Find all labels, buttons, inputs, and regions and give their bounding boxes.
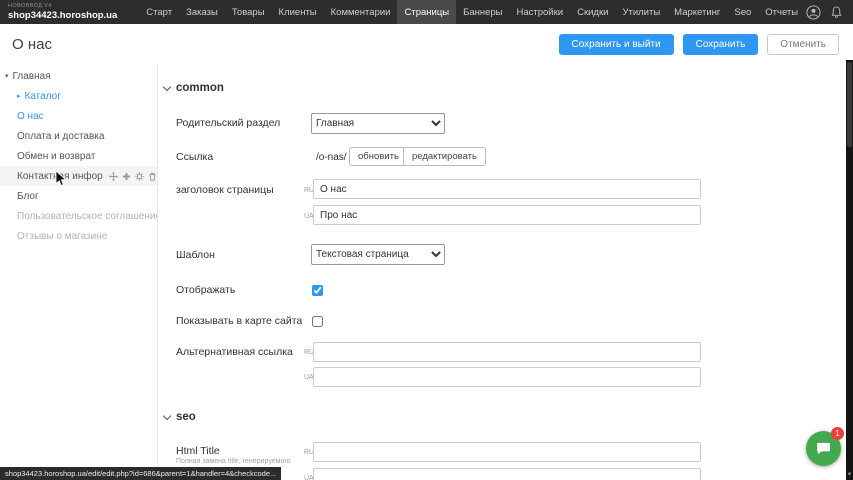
tree-item-user-agreement[interactable]: Пользовательское соглашение (0, 206, 157, 226)
menu-clients[interactable]: Клиенты (272, 0, 324, 24)
save-and-exit-button[interactable]: Сохранить и выйти (559, 34, 674, 55)
tree-item-label: Отзывы о магазине (17, 231, 107, 242)
header-actions: Сохранить и выйти Сохранить Отменить (559, 34, 840, 55)
admin-page: НОВОВВОД V4 shop34423.horoshop.ua Старт … (0, 0, 853, 480)
section-common[interactable]: common (164, 82, 224, 94)
chat-unread-badge: 1 (831, 427, 844, 440)
save-button[interactable]: Сохранить (683, 34, 759, 55)
chat-widget-button[interactable]: 1 (806, 431, 841, 466)
link-refresh-button[interactable]: обновить (349, 147, 408, 166)
tree-item-blog[interactable]: Блог (0, 186, 157, 206)
tree-item-about[interactable]: О нас (0, 106, 157, 126)
cancel-button[interactable]: Отменить (767, 34, 839, 55)
menu-discounts[interactable]: Скидки (570, 0, 615, 24)
user-account-icon[interactable] (806, 5, 821, 20)
html-title-label: Html Title (176, 445, 220, 457)
menu-settings[interactable]: Настройки (510, 0, 571, 24)
browser-status-url: shop34423.horoshop.ua/edit/edit.php?id=6… (0, 467, 281, 480)
parent-section-select[interactable]: Главная (311, 113, 445, 134)
tree-item-actions (109, 172, 157, 181)
link-edit-button[interactable]: редактировать (403, 147, 486, 166)
tree-item-label: О нас (17, 111, 44, 122)
link-value: /o-nas/ (316, 152, 347, 163)
template-select[interactable]: Текстовая страница (311, 244, 445, 265)
section-common-title: common (176, 82, 224, 94)
page-scrollbar[interactable]: ▼ (846, 60, 853, 480)
tree-item-payment-delivery[interactable]: Оплата и доставка (0, 126, 157, 146)
pages-tree-sidebar: ▾ Главная ▸ Каталог О нас Оплата и доста… (0, 64, 157, 480)
scrollbar-down-arrow-icon[interactable]: ▼ (846, 471, 853, 479)
chat-bubble-icon (815, 440, 832, 457)
menu-utilities[interactable]: Утилиты (615, 0, 667, 24)
html-title-ru-input[interactable] (313, 442, 701, 462)
notifications-bell-icon[interactable] (830, 6, 843, 19)
top-menu: Старт Заказы Товары Клиенты Комментарии … (139, 0, 805, 24)
chevron-down-icon (163, 82, 171, 90)
section-seo[interactable]: seo (164, 411, 196, 423)
menu-reports[interactable]: Отчеты (758, 0, 805, 24)
alt-link-ru-input[interactable] (313, 342, 701, 362)
scrollbar-thumb[interactable] (847, 62, 852, 147)
page-title-ru-input[interactable] (313, 179, 701, 199)
display-label: Отображать (176, 284, 235, 296)
caret-down-icon[interactable]: ▾ (5, 72, 9, 80)
tree-item-label: Блог (17, 191, 39, 202)
chevron-down-icon (163, 411, 171, 419)
tree-item-label: Обмен и возврат (17, 151, 95, 162)
tree-item-home[interactable]: ▾ Главная (0, 66, 157, 86)
page-title-label: заголовок страницы (176, 184, 274, 196)
topbar-icons (806, 5, 843, 20)
page-header: О нас Сохранить и выйти Сохранить Отмени… (0, 24, 853, 64)
alt-link-label: Альтернативная ссылка (176, 346, 293, 358)
brand-logo[interactable]: НОВОВВОД V4 shop34423.horoshop.ua (8, 4, 117, 20)
settings-gear-icon[interactable] (135, 172, 144, 181)
tree-item-contact-info[interactable]: Контактная инфор (0, 166, 157, 186)
delete-trash-icon[interactable] (148, 172, 157, 181)
display-checkbox[interactable] (312, 285, 323, 296)
brand-version: НОВОВВОД V4 (8, 4, 117, 10)
alt-link-ua-input[interactable] (313, 367, 701, 387)
move-icon[interactable] (109, 172, 118, 181)
template-label: Шаблон (176, 249, 215, 261)
sitemap-label: Показывать в карте сайта (176, 315, 302, 327)
brand-domain: shop34423.horoshop.ua (8, 11, 117, 21)
tree-item-label: Каталог (25, 91, 61, 102)
tree-item-label: Оплата и доставка (17, 131, 104, 142)
tree-item-label: Главная (13, 71, 51, 82)
menu-orders[interactable]: Заказы (179, 0, 225, 24)
topbar: НОВОВВОД V4 shop34423.horoshop.ua Старт … (0, 0, 853, 24)
tree-item-store-reviews[interactable]: Отзывы о магазине (0, 226, 157, 246)
add-page-icon[interactable] (122, 172, 131, 181)
menu-pages[interactable]: Страницы (397, 0, 456, 24)
tree-item-exchange-return[interactable]: Обмен и возврат (0, 146, 157, 166)
sitemap-checkbox[interactable] (312, 316, 323, 327)
link-label: Ссылка (176, 151, 213, 163)
menu-banners[interactable]: Баннеры (456, 0, 509, 24)
html-title-note: Полная замена title, генерируемого (176, 458, 291, 465)
menu-products[interactable]: Товары (225, 0, 272, 24)
page-title-ua-input[interactable] (313, 205, 701, 225)
tree-item-label: Контактная инфор (17, 171, 103, 182)
caret-right-icon[interactable]: ▸ (17, 92, 21, 100)
parent-section-label: Родительский раздел (176, 117, 280, 129)
menu-comments[interactable]: Комментарии (324, 0, 398, 24)
menu-seo[interactable]: Seo (727, 0, 758, 24)
menu-marketing[interactable]: Маркетинг (667, 0, 727, 24)
html-title-ua-input[interactable] (313, 468, 701, 480)
section-seo-title: seo (176, 411, 196, 423)
page-title: О нас (12, 36, 52, 53)
page-edit-form: common Родительский раздел Главная Ссылк… (157, 64, 846, 480)
tree-item-catalog[interactable]: ▸ Каталог (0, 86, 157, 106)
menu-start[interactable]: Старт (139, 0, 179, 24)
tree-item-label: Пользовательское соглашение (17, 211, 157, 222)
